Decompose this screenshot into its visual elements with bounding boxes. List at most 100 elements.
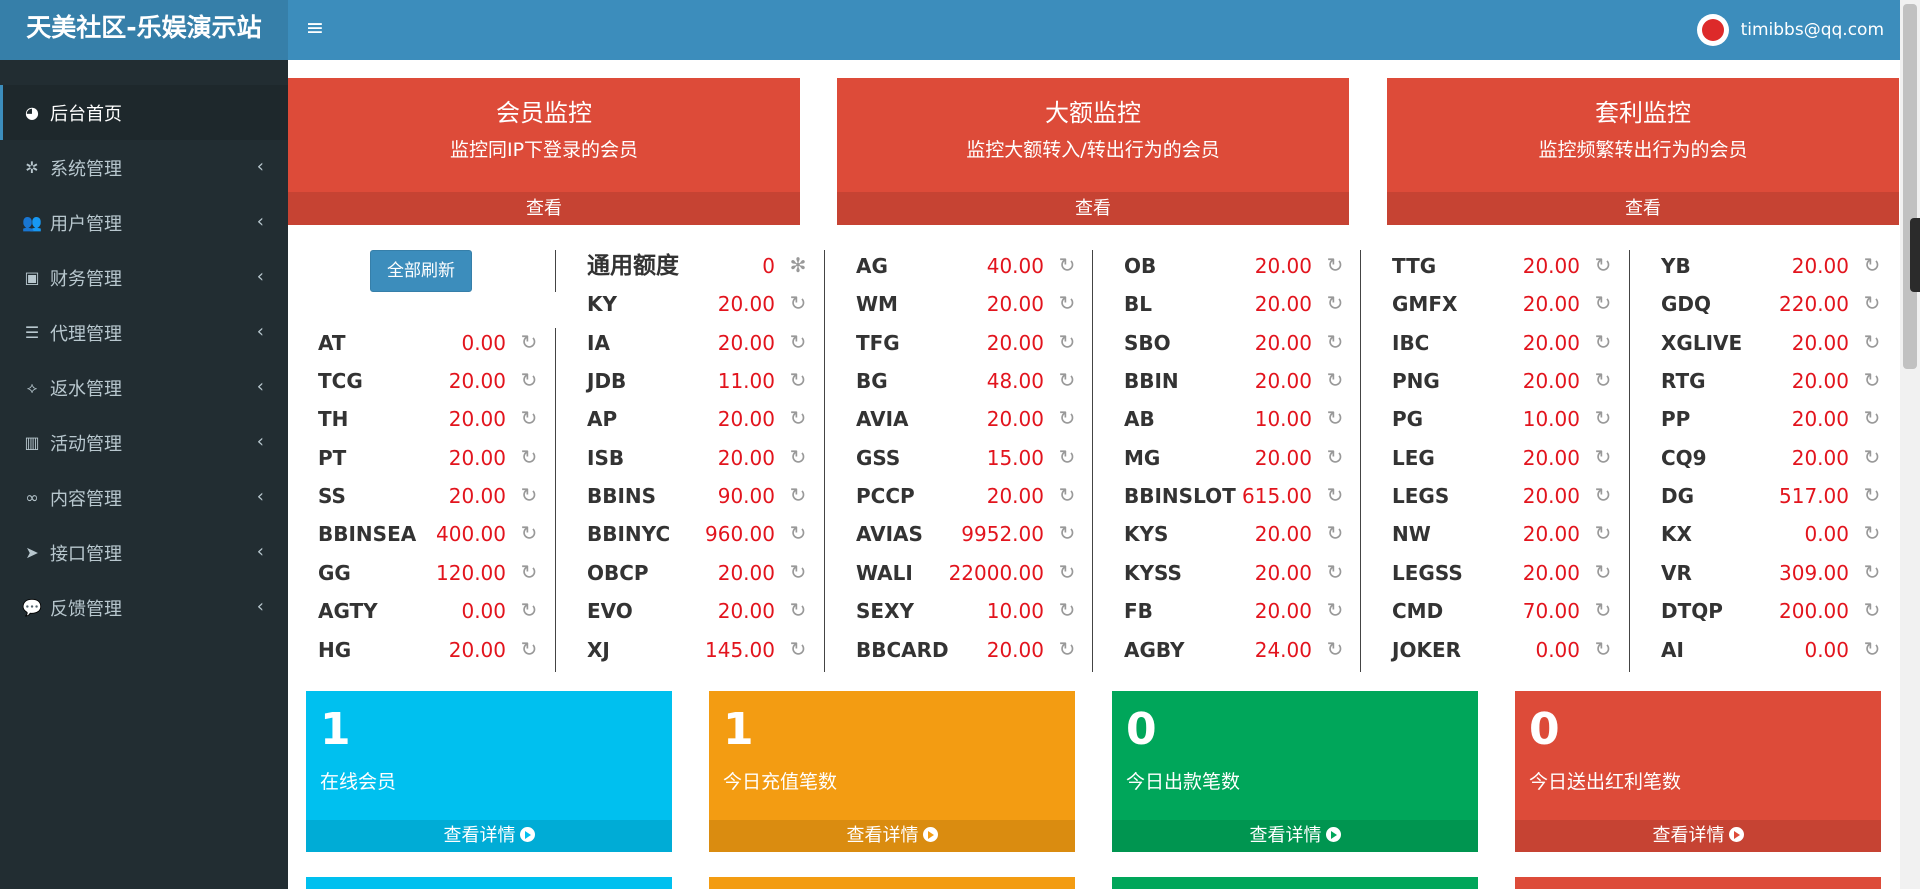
refresh-icon[interactable]: ↻ [1056,407,1078,429]
loading-spinner-icon[interactable]: ✻ [787,254,809,276]
refresh-icon[interactable]: ↻ [1324,484,1346,506]
refresh-icon[interactable]: ↻ [1592,446,1614,468]
refresh-icon[interactable]: ↻ [1324,292,1346,314]
balance-row: AT 0.00 ↻ [318,328,568,358]
refresh-icon[interactable]: ↻ [1592,407,1614,429]
refresh-icon[interactable]: ↻ [787,369,809,391]
refresh-icon[interactable]: ↻ [1056,561,1078,583]
refresh-all-button[interactable]: 全部刷新 [370,250,472,292]
refresh-icon[interactable]: ↻ [1861,638,1883,660]
refresh-icon[interactable]: ↻ [518,331,540,353]
refresh-icon[interactable]: ↻ [787,599,809,621]
refresh-icon[interactable]: ↻ [1861,446,1883,468]
platform-name: SS [318,484,346,509]
refresh-icon[interactable]: ↻ [1324,369,1346,391]
refresh-icon[interactable]: ↻ [518,522,540,544]
refresh-icon[interactable]: ↻ [787,446,809,468]
refresh-icon[interactable]: ↻ [1861,599,1883,621]
refresh-icon[interactable]: ↻ [1861,484,1883,506]
stat-details-link[interactable]: 查看详情 [1515,820,1881,852]
refresh-icon[interactable]: ↻ [1592,599,1614,621]
sidebar-item-8[interactable]: ➤ 接口管理 ‹ [0,525,288,580]
refresh-icon[interactable]: ↻ [1324,446,1346,468]
refresh-icon[interactable]: ↻ [1324,522,1346,544]
app-logo[interactable]: 天美社区-乐娱演示站 [0,0,288,60]
refresh-icon[interactable]: ↻ [1592,561,1614,583]
refresh-icon[interactable]: ↻ [1861,292,1883,314]
refresh-icon[interactable]: ↻ [787,292,809,314]
balance-row: BL 20.00 ↻ [1124,289,1374,319]
sidebar-item-5[interactable]: ⟡ 返水管理 ‹ [0,360,288,415]
refresh-icon[interactable]: ↻ [787,638,809,660]
refresh-icon[interactable]: ↻ [1324,561,1346,583]
platform-balance: 20.00 [1254,560,1312,585]
refresh-icon[interactable]: ↻ [1324,407,1346,429]
balance-row: XJ 145.00 ↻ [587,635,837,665]
refresh-icon[interactable]: ↻ [1056,599,1078,621]
refresh-icon[interactable]: ↻ [1861,522,1883,544]
refresh-icon[interactable]: ↻ [1056,331,1078,353]
platform-balance: 20.00 [717,292,775,317]
refresh-icon[interactable]: ↻ [518,446,540,468]
sidebar: ◕ 后台首页 ✲ 系统管理 ‹ 👥 用户管理 ‹ ▣ 财务管理 ‹ ☰ 代理管理 ‹ ⟡ 返水管理 ‹ ▥ 活动管理… [0,60,288,889]
refresh-icon[interactable]: ↻ [1592,369,1614,391]
side-widget-tab[interactable] [1910,218,1920,292]
refresh-icon[interactable]: ↻ [1592,331,1614,353]
refresh-icon[interactable]: ↻ [1056,522,1078,544]
sidebar-item-7[interactable]: ∞ 内容管理 ‹ [0,470,288,525]
refresh-icon[interactable]: ↻ [1324,638,1346,660]
refresh-icon[interactable]: ↻ [1861,331,1883,353]
page-scrollbar[interactable] [1900,0,1920,889]
sidebar-item-0[interactable]: ◕ 后台首页 [0,85,288,140]
refresh-icon[interactable]: ↻ [787,331,809,353]
refresh-icon[interactable]: ↻ [518,599,540,621]
stat-box: 1 今日充值笔数 查看详情 [709,691,1075,852]
refresh-icon[interactable]: ↻ [1056,446,1078,468]
sidebar-item-3[interactable]: ▣ 财务管理 ‹ [0,250,288,305]
refresh-icon[interactable]: ↻ [518,638,540,660]
refresh-icon[interactable]: ↻ [1861,254,1883,276]
refresh-icon[interactable]: ↻ [1324,599,1346,621]
refresh-icon[interactable]: ↻ [1056,484,1078,506]
sidebar-item-4[interactable]: ☰ 代理管理 ‹ [0,305,288,360]
platform-name: DTQP [1661,599,1723,624]
scrollbar-thumb[interactable] [1903,4,1917,369]
monitor-view-link[interactable]: 查看 [1387,192,1899,225]
sidebar-item-9[interactable]: 💬 反馈管理 ‹ [0,580,288,635]
sidebar-item-2[interactable]: 👥 用户管理 ‹ [0,195,288,250]
refresh-icon[interactable]: ↻ [1592,638,1614,660]
refresh-icon[interactable]: ↻ [1324,331,1346,353]
sidebar-item-6[interactable]: ▥ 活动管理 ‹ [0,415,288,470]
sidebar-toggle-icon[interactable]: ≡ [300,14,330,44]
refresh-icon[interactable]: ↻ [1324,254,1346,276]
refresh-icon[interactable]: ↻ [518,407,540,429]
refresh-icon[interactable]: ↻ [1056,369,1078,391]
platform-name: GMFX [1392,292,1458,317]
refresh-icon[interactable]: ↻ [518,561,540,583]
refresh-icon[interactable]: ↻ [1861,369,1883,391]
stat-value: 0 [1126,704,1157,755]
refresh-icon[interactable]: ↻ [518,484,540,506]
stat-details-link[interactable]: 查看详情 [709,820,1075,852]
refresh-icon[interactable]: ↻ [1861,561,1883,583]
stat-details-link[interactable]: 查看详情 [306,820,672,852]
sidebar-item-1[interactable]: ✲ 系统管理 ‹ [0,140,288,195]
refresh-icon[interactable]: ↻ [787,407,809,429]
monitor-view-link[interactable]: 查看 [288,192,800,225]
monitor-view-link[interactable]: 查看 [837,192,1349,225]
refresh-icon[interactable]: ↻ [1861,407,1883,429]
refresh-icon[interactable]: ↻ [518,369,540,391]
refresh-icon[interactable]: ↻ [787,561,809,583]
refresh-icon[interactable]: ↻ [1592,254,1614,276]
refresh-icon[interactable]: ↻ [1056,254,1078,276]
refresh-icon[interactable]: ↻ [787,522,809,544]
refresh-icon[interactable]: ↻ [1056,292,1078,314]
refresh-icon[interactable]: ↻ [1592,292,1614,314]
platform-balance: 11.00 [717,369,775,394]
refresh-icon[interactable]: ↻ [1592,484,1614,506]
stat-details-link[interactable]: 查看详情 [1112,820,1478,852]
user-menu[interactable]: timibbs@qq.com [1696,13,1884,47]
refresh-icon[interactable]: ↻ [1592,522,1614,544]
refresh-icon[interactable]: ↻ [787,484,809,506]
refresh-icon[interactable]: ↻ [1056,638,1078,660]
